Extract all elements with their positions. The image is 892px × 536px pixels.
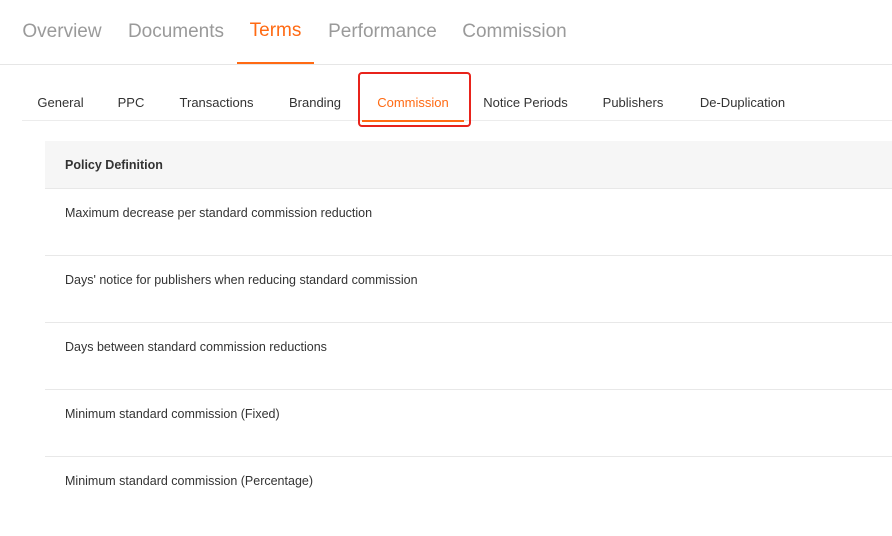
subtab-publishers[interactable]: Publishers [603, 84, 664, 121]
policy-row-days-between-reductions: Days between standard commission reducti… [45, 323, 892, 390]
policy-row-min-fixed: Minimum standard commission (Fixed) [45, 390, 892, 457]
primary-tab-bar: Overview Documents Terms Performance Com… [0, 0, 892, 65]
subtab-transactions[interactable]: Transactions [179, 84, 254, 121]
tab-terms[interactable]: Terms [237, 0, 314, 64]
tab-commission[interactable]: Commission [462, 0, 567, 64]
policy-header: Policy Definition [45, 141, 892, 189]
policy-row-max-decrease: Maximum decrease per standard commission… [45, 189, 892, 256]
tab-overview[interactable]: Overview [22, 0, 102, 64]
subtab-ppc[interactable]: PPC [118, 84, 145, 121]
policy-definition-table: Policy Definition Maximum decrease per s… [45, 141, 892, 524]
subtab-commission[interactable]: Commission [362, 84, 464, 122]
subtab-notice-periods[interactable]: Notice Periods [483, 84, 568, 121]
tab-performance[interactable]: Performance [327, 0, 438, 64]
subtab-general[interactable]: General [37, 84, 83, 121]
subtab-de-duplication[interactable]: De-Duplication [699, 84, 786, 121]
subtab-branding[interactable]: Branding [289, 84, 341, 121]
terms-page: Overview Documents Terms Performance Com… [0, 0, 892, 536]
policy-row-notice-days: Days' notice for publishers when reducin… [45, 256, 892, 323]
policy-row-min-percentage: Minimum standard commission (Percentage) [65, 474, 314, 488]
secondary-tab-bar: General PPC Transactions Branding Commis… [22, 84, 892, 122]
tab-documents[interactable]: Documents [127, 0, 225, 64]
